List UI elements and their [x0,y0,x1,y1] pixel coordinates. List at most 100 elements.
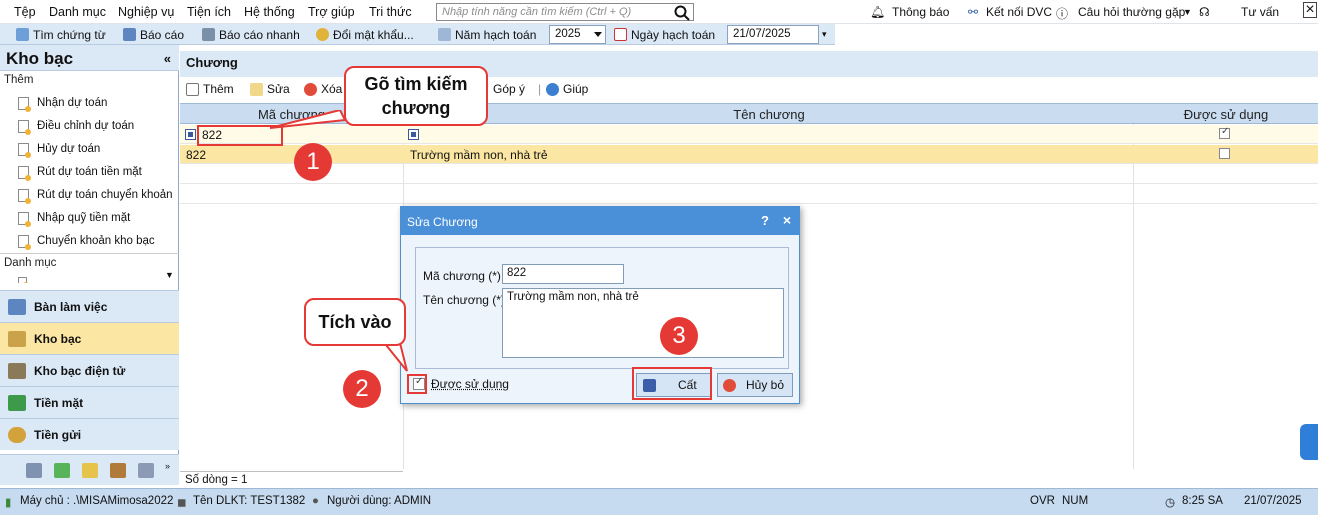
year-label-group: Năm hạch toán [438,26,536,43]
step-1-badge: 1 [294,143,332,181]
nav-label: Kho bạc điện tử [34,363,126,378]
change-password-button[interactable]: Đổi mật khẩu... [316,26,414,43]
question-icon[interactable]: ⓘ [1056,5,1068,22]
nav-treasury[interactable]: Kho bạc [0,322,179,354]
calendar-icon [614,28,627,41]
chevron-down-icon[interactable]: ▼ [165,270,177,280]
year-select[interactable]: 2025 [549,25,606,44]
feedback-label: Góp ý [493,82,526,96]
filter-used-checkbox[interactable] [1219,126,1230,139]
edit-button[interactable]: Sửa [250,82,290,96]
sidebar-item-adjust-estimate[interactable]: Điều chỉnh dự toán [18,117,134,135]
cancel-icon [723,378,736,392]
headset-icon[interactable]: ☊ [1199,5,1210,19]
nav-workspace[interactable]: Bàn làm việc [0,290,179,322]
help-label: Giúp [563,82,589,96]
toolbar-overflow-icon[interactable]: ▾ [822,26,827,43]
sidebar-title: Kho bạc [6,49,74,68]
side-panel-tab[interactable] [1300,424,1318,460]
used-label[interactable]: Được sử dụng [431,377,509,391]
more-icon[interactable]: » [165,461,170,471]
column-header-used[interactable]: Được sử dụng [1134,107,1318,122]
faq-button[interactable]: Câu hỏi thường gặp [1078,5,1185,19]
document-icon [18,211,31,227]
column-header-name[interactable]: Tên chương [404,107,1134,122]
sidebar-item-withdraw-cash[interactable]: Rút dự toán tiền mặt [18,163,142,181]
connect-dvc-button[interactable]: Kết nối DVC [986,5,1052,19]
feature-search-input[interactable]: Nhập tính năng cần tìm kiếm (Ctrl + Q) [436,3,694,21]
search-icon [16,28,29,41]
sidebar-item-label: Nhập quỹ tiền mặt [37,212,131,224]
cancel-button[interactable]: Hủy bỏ [717,373,793,397]
chevron-down-icon[interactable]: ▼ [1183,7,1192,17]
share-icon[interactable]: ⚯ [968,5,978,19]
clock-icon: ◷ [1165,497,1176,509]
toolbar-spacer [835,24,1318,45]
close-icon[interactable]: × [783,212,791,228]
sidebar-header: Kho bạc « [0,45,179,71]
menu-system[interactable]: Hệ thống [244,5,295,19]
add-button[interactable]: Thêm [186,82,234,96]
menu-help[interactable]: Trợ giúp [308,5,355,19]
edit-icon [250,82,263,96]
nav-deposit[interactable]: Tiền gửi [0,418,179,450]
key-icon [316,28,329,41]
quick-report-icon [202,28,215,41]
year-label: Năm hạch toán [455,27,537,42]
report-button[interactable]: Báo cáo [123,26,184,43]
search-placeholder: Nhập tính năng cần tìm kiếm (Ctrl + Q) [442,6,632,18]
empty-row [180,165,1318,184]
nav-e-treasury[interactable]: Kho bạc điện tử [0,354,179,386]
quick-report-button[interactable]: Báo cáo nhanh [202,26,300,43]
advise-button[interactable]: Tư vấn [1241,5,1279,19]
collapse-icon[interactable]: « [164,51,171,66]
help-icon[interactable]: ? [761,213,769,228]
help-button[interactable]: Giúp [546,82,588,96]
date-picker[interactable]: 21/07/2025 [727,25,819,44]
filter-operator-icon[interactable] [185,129,196,140]
document-icon [18,188,31,204]
cell-used-checkbox[interactable] [1219,148,1230,159]
date-label: Ngày hạch toán [631,27,716,42]
code-input[interactable]: 822 [502,264,624,284]
sidebar-catalog-partial [18,277,108,283]
name-textarea[interactable]: Trường mầm non, nhà trẻ [502,288,784,358]
sidebar-item-treasury-transfer[interactable]: Chuyển khoản kho bạc [18,232,155,250]
chevron-down-icon [594,32,602,37]
table-row[interactable]: 822 Trường mầm non, nhà trẻ [180,145,1318,164]
find-voucher-button[interactable]: Tìm chứng từ [16,26,106,43]
nav-label: Kho bạc [34,331,82,346]
step-3-badge: 3 [660,317,698,355]
step-2-badge: 2 [343,370,381,408]
nav-cash[interactable]: Tiền mặt [0,386,179,418]
edit-doc-icon[interactable] [26,463,42,478]
menu-operations[interactable]: Nghiệp vụ [118,5,174,19]
menu-utilities[interactable]: Tiện ích [187,5,231,19]
change-password-label: Đổi mật khẩu... [333,27,414,42]
menu-catalog[interactable]: Danh mục [49,5,106,19]
cell-code: 822 [186,148,207,162]
edit-icon[interactable] [138,463,154,478]
delete-button[interactable]: Xóa [304,82,342,96]
edit-chapter-dialog: Sửa Chương ? × Mã chương (*) 822 Tên chư… [400,206,800,404]
menu-knowledge[interactable]: Tri thức [369,5,412,19]
feedback-button[interactable]: Góp ý [493,82,525,96]
highlight-checkbox-box [407,374,427,394]
year-value: 2025 [555,28,581,40]
bell-icon[interactable]: 🔔︎ [870,5,885,19]
workspace-icon [8,298,26,315]
briefcase-icon[interactable] [110,463,126,478]
search-icon[interactable] [674,5,690,21]
sidebar-item-cancel-estimate[interactable]: Hủy dự toán [18,140,100,158]
menu-bar: Tệp Danh mục Nghiệp vụ Tiện ích Hệ thống… [0,0,1318,24]
mail-icon[interactable] [82,463,98,478]
close-icon[interactable]: × [1303,2,1317,18]
shield-icon[interactable] [54,463,70,478]
sidebar-item-withdraw-transfer[interactable]: Rút dự toán chuyển khoản [18,186,173,204]
sidebar-item-receive-estimate[interactable]: Nhận dự toán [18,94,107,112]
menu-file[interactable]: Tệp [14,5,36,19]
sidebar-item-cash-deposit[interactable]: Nhập quỹ tiền mặt [18,209,130,227]
filter-operator-icon[interactable] [408,129,419,140]
notify-button[interactable]: Thông báo [892,5,949,19]
edit-label: Sửa [267,82,290,96]
